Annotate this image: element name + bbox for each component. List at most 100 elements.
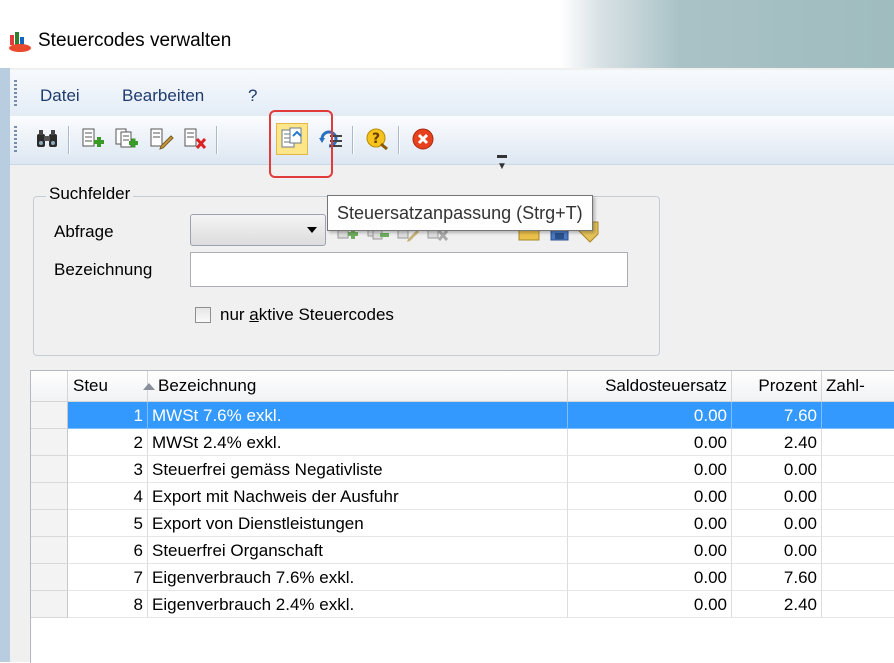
toolbar-overflow-icon[interactable]: ▬ ▼ bbox=[497, 150, 507, 172]
cell-zahl bbox=[822, 537, 894, 564]
cell-zahl bbox=[822, 429, 894, 456]
cell-prozent: 2.40 bbox=[732, 429, 822, 456]
toolbar-grip[interactable] bbox=[14, 126, 17, 152]
table-row[interactable]: 5 Export von Dienstleistungen 0.00 0.00 bbox=[31, 510, 894, 537]
copy-record-icon bbox=[115, 128, 138, 148]
cell-prozent: 0.00 bbox=[732, 537, 822, 564]
row-selector[interactable] bbox=[31, 483, 68, 510]
abfrage-label: Abfrage bbox=[54, 222, 114, 241]
cell-steuercode: 4 bbox=[68, 483, 148, 510]
cell-steuercode: 1 bbox=[68, 402, 148, 429]
menu-bar: Datei Bearbeiten ? bbox=[10, 70, 894, 117]
cell-steuercode: 6 bbox=[68, 537, 148, 564]
aktive-steuercodes-label[interactable]: nur aktive Steuercodes bbox=[220, 305, 394, 325]
row-selector[interactable] bbox=[31, 537, 68, 564]
cell-saldosteuersatz: 0.00 bbox=[568, 402, 732, 429]
cell-prozent: 0.00 bbox=[732, 483, 822, 510]
binoculars-icon bbox=[37, 130, 57, 147]
svg-text:?: ? bbox=[372, 131, 380, 147]
edit-record-button[interactable] bbox=[146, 124, 176, 154]
close-icon bbox=[412, 128, 434, 150]
cell-saldosteuersatz: 0.00 bbox=[568, 483, 732, 510]
cell-prozent: 7.60 bbox=[732, 402, 822, 429]
close-button[interactable] bbox=[408, 124, 438, 154]
menu-help[interactable]: ? bbox=[248, 86, 257, 106]
cell-zahl bbox=[822, 402, 894, 429]
table-row[interactable]: 8 Eigenverbrauch 2.4% exkl. 0.00 2.40 bbox=[31, 591, 894, 618]
cell-steuercode: 5 bbox=[68, 510, 148, 537]
title-bar: Steuercodes verwalten bbox=[0, 0, 894, 68]
table-row[interactable]: 6 Steuerfrei Organschaft 0.00 0.00 bbox=[31, 537, 894, 564]
cell-bezeichnung: Export mit Nachweis der Ausfuhr bbox=[148, 483, 568, 510]
add-record-button[interactable] bbox=[78, 124, 108, 154]
cell-saldosteuersatz: 0.00 bbox=[568, 591, 732, 618]
chevron-down-icon bbox=[307, 227, 317, 233]
delete-record-icon bbox=[184, 128, 207, 149]
cell-zahl bbox=[822, 510, 894, 537]
cell-saldosteuersatz: 0.00 bbox=[568, 537, 732, 564]
table-row[interactable]: 4 Export mit Nachweis der Ausfuhr 0.00 0.00 bbox=[31, 483, 894, 510]
header-prozent[interactable]: Prozent bbox=[732, 371, 822, 401]
cell-saldosteuersatz: 0.00 bbox=[568, 564, 732, 591]
table-row[interactable]: 7 Eigenverbrauch 7.6% exkl. 0.00 7.60 bbox=[31, 564, 894, 591]
cell-bezeichnung: Eigenverbrauch 7.6% exkl. bbox=[148, 564, 568, 591]
header-row-selector bbox=[31, 371, 68, 401]
cell-bezeichnung: MWSt 2.4% exkl. bbox=[148, 429, 568, 456]
cell-zahl bbox=[822, 564, 894, 591]
row-selector[interactable] bbox=[31, 564, 68, 591]
cell-saldosteuersatz: 0.00 bbox=[568, 510, 732, 537]
header-steuercode[interactable]: Steu bbox=[68, 371, 148, 401]
row-selector[interactable] bbox=[31, 456, 68, 483]
grid-header: Steu Bezeichnung Saldosteuersatz Prozent… bbox=[31, 371, 894, 402]
cell-bezeichnung: MWSt 7.6% exkl. bbox=[148, 402, 568, 429]
cell-steuercode: 8 bbox=[68, 591, 148, 618]
table-row[interactable]: 1 MWSt 7.6% exkl. 0.00 7.60 bbox=[31, 402, 894, 429]
help-button[interactable]: ? bbox=[362, 124, 392, 154]
add-record-icon bbox=[82, 128, 104, 147]
cell-steuercode: 2 bbox=[68, 429, 148, 456]
edit-record-icon bbox=[150, 128, 174, 150]
delete-record-button[interactable] bbox=[180, 124, 210, 154]
row-selector[interactable] bbox=[31, 429, 68, 456]
help-icon: ? bbox=[366, 128, 388, 151]
tooltip: Steuersatzanpassung (Strg+T) bbox=[327, 195, 593, 231]
cell-bezeichnung: Export von Dienstleistungen bbox=[148, 510, 568, 537]
bezeichnung-label: Bezeichnung bbox=[54, 260, 153, 279]
cell-steuercode: 3 bbox=[68, 456, 148, 483]
aktive-steuercodes-checkbox[interactable] bbox=[195, 307, 211, 323]
search-button[interactable] bbox=[32, 124, 62, 154]
cell-bezeichnung: Eigenverbrauch 2.4% exkl. bbox=[148, 591, 568, 618]
cell-zahl bbox=[822, 456, 894, 483]
tax-codes-grid: Steu Bezeichnung Saldosteuersatz Prozent… bbox=[30, 370, 894, 663]
cell-prozent: 7.60 bbox=[732, 564, 822, 591]
abfrage-select[interactable] bbox=[190, 214, 326, 246]
cell-prozent: 2.40 bbox=[732, 591, 822, 618]
table-row[interactable]: 3 Steuerfrei gemäss Negativliste 0.00 0.00 bbox=[31, 456, 894, 483]
copy-record-button[interactable] bbox=[112, 124, 142, 154]
cell-prozent: 0.00 bbox=[732, 510, 822, 537]
cell-saldosteuersatz: 0.00 bbox=[568, 456, 732, 483]
menu-grip[interactable] bbox=[14, 80, 17, 106]
row-selector[interactable] bbox=[31, 591, 68, 618]
cell-zahl bbox=[822, 591, 894, 618]
window-title: Steuercodes verwalten bbox=[38, 30, 232, 51]
cell-prozent: 0.00 bbox=[732, 456, 822, 483]
cell-steuercode: 7 bbox=[68, 564, 148, 591]
toolbar: ? ▬ ▼ bbox=[10, 116, 894, 172]
highlight-box bbox=[269, 110, 333, 178]
header-bezeichnung[interactable]: Bezeichnung bbox=[148, 371, 568, 401]
cell-bezeichnung: Steuerfrei gemäss Negativliste bbox=[148, 456, 568, 483]
table-row[interactable]: 2 MWSt 2.4% exkl. 0.00 2.40 bbox=[31, 429, 894, 456]
search-group-title: Suchfelder bbox=[46, 184, 134, 204]
menu-datei[interactable]: Datei bbox=[40, 86, 80, 106]
menu-bearbeiten[interactable]: Bearbeiten bbox=[122, 86, 204, 106]
header-zahl[interactable]: Zahl- bbox=[822, 371, 894, 401]
row-selector[interactable] bbox=[31, 510, 68, 537]
cell-saldosteuersatz: 0.00 bbox=[568, 429, 732, 456]
bezeichnung-input[interactable] bbox=[190, 252, 628, 287]
cell-bezeichnung: Steuerfrei Organschaft bbox=[148, 537, 568, 564]
app-icon bbox=[9, 32, 31, 52]
cell-zahl bbox=[822, 483, 894, 510]
row-selector[interactable] bbox=[31, 402, 68, 429]
header-saldosteuersatz[interactable]: Saldosteuersatz bbox=[568, 371, 732, 401]
